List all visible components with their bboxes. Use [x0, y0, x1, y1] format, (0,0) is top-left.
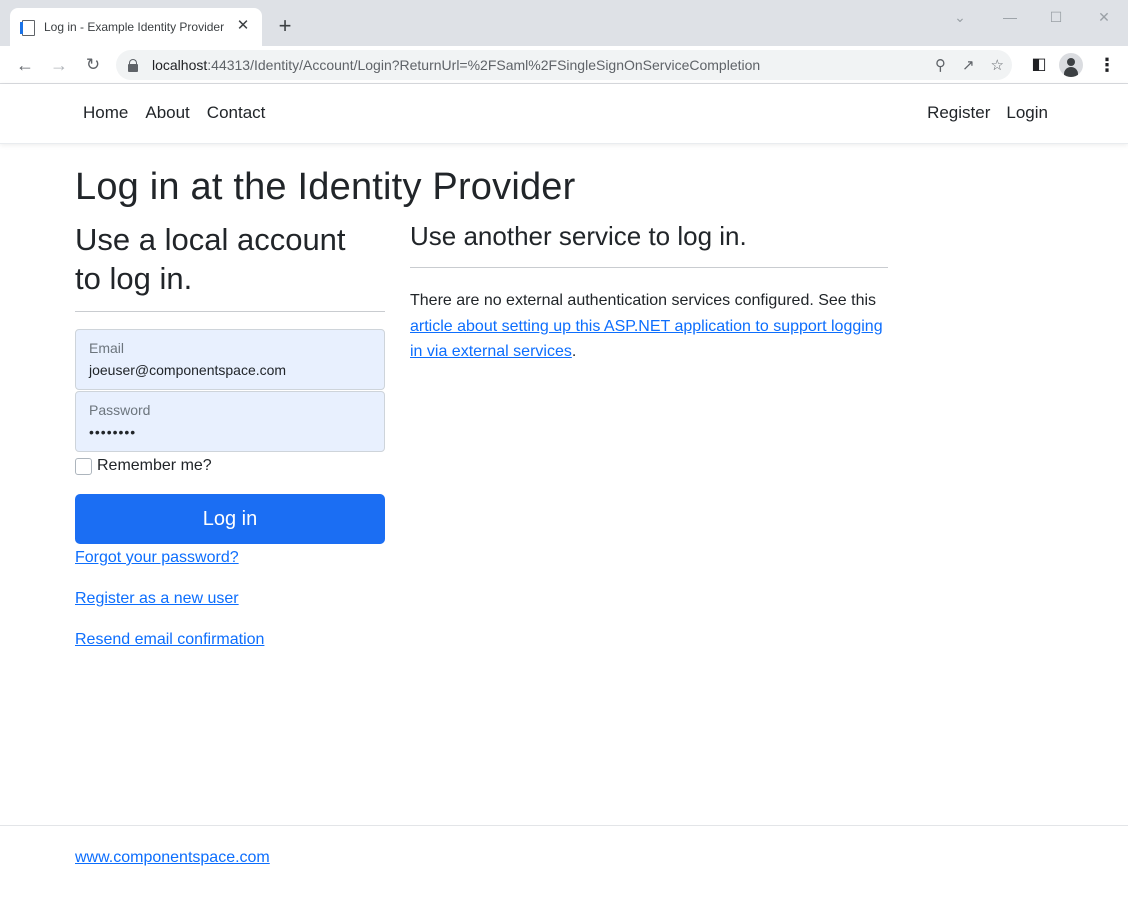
register-new-user-link[interactable]: Register as a new user — [75, 590, 385, 608]
external-auth-article-link[interactable]: article about setting up this ASP.NET ap… — [410, 318, 883, 361]
kebab-menu-icon[interactable]: ⋮ — [1094, 52, 1120, 78]
share-icon[interactable]: ↗ — [962, 56, 975, 74]
divider — [410, 267, 888, 268]
nav-link-home[interactable]: Home — [83, 103, 128, 123]
external-login-section: Use another service to log in. There are… — [410, 220, 888, 365]
nav-left: Home About Contact — [83, 103, 265, 123]
password-field[interactable]: Password •••••••• — [75, 391, 385, 452]
url-host: localhost — [152, 57, 208, 73]
side-panel-icon[interactable]: ◧ — [1026, 52, 1052, 78]
minimize-window-icon[interactable]: — — [990, 4, 1030, 30]
remember-me-row: Remember me? — [75, 457, 385, 475]
address-bar[interactable]: localhost:44313/Identity/Account/Login?R… — [116, 50, 1012, 80]
address-bar-actions: ⚲ ↗ ☆ — [935, 50, 1004, 80]
local-heading-line1: Use a local account — [75, 222, 346, 257]
nav-link-register[interactable]: Register — [927, 103, 990, 123]
password-input[interactable]: •••••••• — [89, 424, 371, 440]
tab-title: Log in - Example Identity Provider — [44, 20, 225, 34]
nav-link-contact[interactable]: Contact — [207, 103, 266, 123]
forward-arrow-icon[interactable]: → — [46, 52, 72, 78]
tab-search-chevron-icon[interactable]: ⌄ — [940, 4, 980, 30]
external-text-after: . — [571, 343, 577, 360]
login-button[interactable]: Log in — [75, 494, 385, 544]
url-text: localhost:44313/Identity/Account/Login?R… — [152, 57, 760, 73]
page-title: Log in at the Identity Provider — [75, 166, 576, 208]
divider — [75, 311, 385, 312]
external-login-message: There are no external authentication ser… — [410, 288, 888, 365]
lock-icon[interactable] — [128, 59, 138, 72]
external-text-before: There are no external authentication ser… — [410, 292, 877, 309]
new-tab-button[interactable]: + — [272, 14, 298, 40]
profile-avatar-icon[interactable] — [1059, 53, 1083, 77]
close-window-icon[interactable]: ✕ — [1084, 4, 1124, 30]
browser-tab[interactable]: Log in - Example Identity Provider ✕ — [10, 8, 262, 46]
key-icon[interactable]: ⚲ — [935, 56, 946, 74]
local-login-section: Use a local account to log in. Email joe… — [75, 220, 385, 649]
resend-confirmation-link[interactable]: Resend email confirmation — [75, 631, 385, 649]
maximize-window-icon[interactable]: ☐ — [1036, 4, 1076, 30]
nav-link-login[interactable]: Login — [1006, 103, 1048, 123]
footer-componentspace-link[interactable]: www.componentspace.com — [75, 849, 270, 867]
external-login-heading: Use another service to log in. — [410, 221, 747, 251]
bookmark-star-icon[interactable]: ☆ — [991, 56, 1004, 74]
reload-icon[interactable]: ↻ — [80, 52, 106, 78]
url-path: :44313/Identity/Account/Login?ReturnUrl=… — [207, 57, 761, 73]
remember-me-checkbox[interactable] — [75, 457, 92, 475]
email-field[interactable]: Email joeuser@componentspace.com — [75, 329, 385, 390]
remember-me-label[interactable]: Remember me? — [97, 457, 212, 475]
forgot-password-link[interactable]: Forgot your password? — [75, 549, 385, 567]
browser-toolbar: ← → ↻ localhost:44313/Identity/Account/L… — [0, 46, 1128, 84]
password-label: Password — [89, 402, 151, 418]
browser-tab-strip: Log in - Example Identity Provider ✕ + ⌄… — [0, 0, 1128, 46]
local-login-heading: Use a local account to log in. — [75, 220, 385, 298]
tab-close-icon[interactable]: ✕ — [234, 17, 252, 35]
local-heading-line2: to log in. — [75, 261, 193, 296]
back-arrow-icon[interactable]: ← — [12, 52, 38, 78]
footer-divider — [0, 825, 1128, 826]
nav-link-about[interactable]: About — [145, 103, 189, 123]
nav-right: Register Login — [927, 103, 1048, 123]
email-input[interactable]: joeuser@componentspace.com — [89, 362, 371, 378]
site-navbar: Home About Contact Register Login — [0, 84, 1128, 144]
page-favicon-icon — [20, 19, 36, 36]
email-label: Email — [89, 340, 125, 356]
